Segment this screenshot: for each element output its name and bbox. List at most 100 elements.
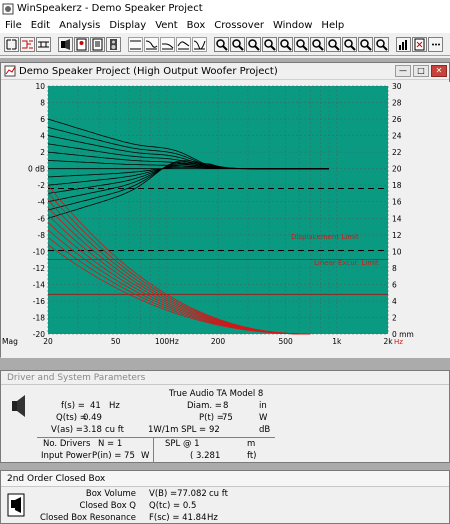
notes-tool-button[interactable] [90,37,105,52]
maximize-button[interactable]: □ [413,65,429,77]
box-volume-unit: cu ft [209,489,228,499]
parameters-window-title: Driver and System Parameters [1,371,449,385]
app-titlebar: WinSpeakerz - Demo Speaker Project [0,0,450,17]
y-tick-label: -8 [38,231,46,240]
close-icon: ✕ [435,66,443,75]
app-title: WinSpeakerz - Demo Speaker Project [17,3,203,14]
pt-value[interactable]: 75 [222,413,233,423]
x-tick-label: 500 [278,337,293,346]
flat-curve-icon [130,40,141,50]
bandpass-response-button[interactable] [176,37,191,52]
lowpass-curve-icon [162,43,174,50]
input-power-value[interactable]: P(in) = 75 [92,451,135,461]
notch-response-button[interactable] [192,37,207,52]
fs-unit: Hz [109,401,120,411]
close-button[interactable]: ✕ [431,65,447,77]
overflow-button[interactable] [428,37,443,52]
circuit-tool-button[interactable] [20,37,35,52]
bracket-icon [6,39,17,50]
y2-tick-label: 6 [392,280,397,289]
graph-window-icon [4,65,16,77]
y-tick-label: -18 [33,313,45,322]
spl-value[interactable]: 92 [209,425,220,435]
closed-box-resonance-unit: Hz [207,513,218,523]
menu-window[interactable]: Window [268,20,316,31]
x-tick-label: 100Hz [155,337,179,346]
toolbar [0,34,450,56]
y2-tick-label: 8 [392,264,397,273]
y-tick-label: -2 [38,181,46,190]
zoom-button-2[interactable] [230,37,245,52]
y-tick-label: 0 dB [28,165,45,174]
zoom-button-9[interactable] [342,37,357,52]
notch-curve-icon [193,40,206,50]
graph-window-title: Demo Speaker Project (High Output Woofer… [19,65,278,77]
magnifier-icon [376,39,388,51]
zoom-button-8[interactable] [326,37,341,52]
bar-graph-button[interactable] [396,37,411,52]
flat-response-button[interactable] [128,37,143,52]
magnifier-icon [248,39,260,51]
menu-bar: File Edit Analysis Display Vent Box Cros… [0,17,450,33]
y-tick-label: -6 [38,214,46,223]
zoom-button-6[interactable] [294,37,309,52]
zoom-button-1[interactable] [214,37,229,52]
zoom-button-3[interactable] [246,37,261,52]
vas-unit: cu ft [105,425,124,435]
menu-box[interactable]: Box [182,20,210,31]
graph-window-titlebar[interactable]: Demo Speaker Project (High Output Woofer… [1,63,449,80]
input-power-label: Input Power [41,451,92,461]
zoom-button-10[interactable] [358,37,373,52]
spl-label: 1W/1m SPL = [148,425,207,435]
diam-value[interactable]: 8 [223,401,228,411]
menu-crossover[interactable]: Crossover [209,20,268,31]
y2-tick-label: 26 [392,115,402,124]
menu-analysis[interactable]: Analysis [54,20,104,31]
zoom-button-4[interactable] [262,37,277,52]
x-tick-label: 20 [43,337,53,346]
speaker-tool-button[interactable] [58,37,73,52]
cabinet-tool-button[interactable] [106,37,121,52]
cabinet-icon [110,39,117,50]
closed-box-resonance-value[interactable]: F(sc) = 41.84 [149,513,206,523]
zoom-button-11[interactable] [374,37,389,52]
menu-help[interactable]: Help [316,20,348,31]
speaker-icon [11,393,27,419]
spl-distance-label: SPL @ 1 [165,439,200,449]
highpass-response-button[interactable] [144,37,159,52]
menu-display[interactable]: Display [104,20,150,31]
minimize-button[interactable]: — [395,65,411,77]
notes-icon [92,38,103,51]
driver-tool-button[interactable] [4,37,19,52]
diam-label: Diam. = [187,401,222,411]
lowpass-response-button[interactable] [160,37,175,52]
box-tool-button[interactable] [74,37,89,52]
drivers-value[interactable]: N = 1 [98,439,122,449]
fs-value[interactable]: 41 [90,401,101,411]
crossover-tool-button[interactable] [36,37,51,52]
menu-edit[interactable]: Edit [26,20,54,31]
app-icon [2,3,14,15]
y-tick-label: 10 [35,82,45,91]
export-button[interactable] [412,37,427,52]
spl-distance-value[interactable]: ( 3.281 [190,451,220,461]
x-tick-label: 200 [211,337,226,346]
menu-vent[interactable]: Vent [150,20,181,31]
qts-value[interactable]: 0.49 [83,413,102,423]
circuit-icon [22,40,33,49]
y2-tick-label: 14 [392,214,402,223]
x-tick-label: 1k [332,337,342,346]
y-tick-label: 8 [40,99,45,108]
vas-value[interactable]: 3.18 [83,425,102,435]
diam-unit: in [259,401,267,411]
box-volume-value[interactable]: V(B) =77.082 [149,489,207,499]
minimize-icon: — [399,66,407,75]
zoom-button-5[interactable] [278,37,293,52]
response-plot[interactable]: 1086420 dB-2-4-6-8-10-12-14-16-18-20Mag … [1,82,450,358]
y2-tick-label: 10 [392,247,402,256]
zoom-button-7[interactable] [310,37,325,52]
closed-box-q-value[interactable]: Q(tc) = 0.5 [149,501,196,511]
menu-file[interactable]: File [0,20,26,31]
magnifier-icon [296,39,308,51]
magnifier-icon [232,39,244,51]
